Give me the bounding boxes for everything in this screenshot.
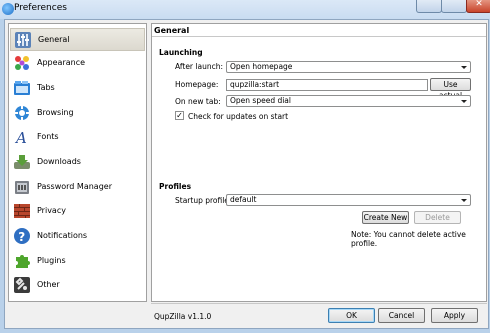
after-launch-select[interactable]: Open homepage (226, 61, 471, 73)
sidebar-item-label: Appearance (37, 58, 86, 67)
chevron-down-icon (461, 199, 467, 202)
launching-heading: Launching (159, 48, 203, 57)
use-actual-button[interactable]: Use actual (430, 78, 471, 100)
new-tab-value: Open speed dial (230, 96, 291, 105)
page-title: General (154, 26, 190, 35)
svg-text:?: ? (18, 230, 25, 244)
homepage-input[interactable]: qupzilla:start (226, 79, 428, 91)
sidebar-item-password-manager[interactable]: Password Manager (10, 176, 145, 199)
window-title: Preferences (14, 3, 67, 13)
check-updates-label: Check for updates on start (188, 112, 289, 121)
close-button[interactable]: ✕ (466, 0, 490, 13)
profiles-heading: Profiles (159, 182, 192, 191)
chevron-down-icon (461, 100, 467, 103)
appearance-palette-icon (15, 56, 29, 70)
ok-button[interactable]: OK (328, 308, 375, 323)
svg-text:A: A (14, 129, 27, 146)
sidebar-item-label: Fonts (37, 132, 59, 141)
cancel-button[interactable]: Cancel (378, 308, 425, 323)
sidebar-item-privacy[interactable]: Privacy (10, 200, 145, 223)
after-launch-label: After launch: (175, 62, 223, 71)
new-tab-label: On new tab: (175, 97, 221, 106)
downloads-icon (14, 155, 30, 169)
tabs-icon (14, 81, 30, 95)
sidebar-item-label: Other (37, 280, 60, 289)
notifications-help-icon: ? (14, 228, 30, 244)
create-new-profile-button[interactable]: Create New (362, 211, 409, 224)
checkmark-icon: ✓ (176, 111, 183, 120)
version-label: QupZilla v1.1.0 (154, 312, 212, 321)
password-manager-icon (15, 181, 29, 194)
sidebar-item-downloads[interactable]: Downloads (10, 151, 145, 174)
sidebar-item-label: Downloads (37, 157, 81, 166)
maximize-button[interactable] (441, 0, 467, 13)
sidebar-item-label: General (38, 35, 70, 44)
footer-divider (151, 303, 487, 304)
startup-profile-value: default (230, 195, 257, 204)
general-sliders-icon (15, 32, 31, 48)
sidebar-item-plugins[interactable]: Plugins (10, 250, 145, 273)
startup-profile-label: Startup profile: (175, 196, 232, 205)
privacy-wall-icon (14, 204, 30, 218)
after-launch-value: Open homepage (230, 62, 293, 71)
sidebar-item-label: Notifications (37, 231, 88, 240)
app-globe-icon (2, 3, 14, 15)
fonts-letter-icon: A (14, 129, 27, 146)
sidebar-item-appearance[interactable]: Appearance (10, 52, 145, 75)
minimize-button[interactable] (416, 0, 442, 13)
close-icon: ✕ (475, 0, 483, 9)
sidebar-item-label: Privacy (37, 206, 66, 215)
profile-note: Note: You cannot delete active profile. (351, 230, 466, 248)
startup-profile-select[interactable]: default (226, 194, 471, 206)
browsing-globe-icon (14, 105, 30, 121)
sidebar-item-label: Plugins (37, 256, 66, 265)
sidebar-item-label: Password Manager (37, 182, 112, 191)
sidebar: General Appearance Tabs Browsing A Fonts… (8, 23, 147, 302)
new-tab-select[interactable]: Open speed dial (226, 95, 471, 107)
sidebar-item-fonts[interactable]: A Fonts (10, 126, 145, 149)
title-divider (152, 36, 486, 37)
sidebar-item-label: Browsing (37, 108, 74, 117)
homepage-label: Homepage: (175, 80, 219, 89)
apply-button[interactable]: Apply (431, 308, 478, 323)
check-updates-checkbox[interactable]: ✓ (175, 111, 184, 120)
sidebar-item-notifications[interactable]: ? Notifications (10, 225, 145, 248)
sidebar-item-browsing[interactable]: Browsing (10, 102, 145, 125)
delete-profile-button[interactable]: Delete (414, 211, 461, 224)
sidebar-item-tabs[interactable]: Tabs (10, 77, 145, 100)
sidebar-item-other[interactable]: Other (10, 274, 145, 297)
other-tools-icon (14, 277, 30, 293)
sidebar-item-general[interactable]: General (10, 28, 145, 51)
plugins-puzzle-icon (16, 255, 30, 268)
chevron-down-icon (461, 66, 467, 69)
sidebar-item-label: Tabs (37, 83, 55, 92)
